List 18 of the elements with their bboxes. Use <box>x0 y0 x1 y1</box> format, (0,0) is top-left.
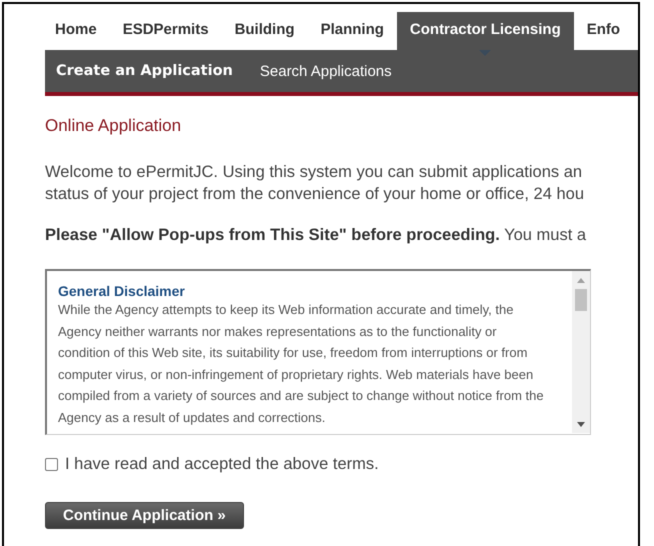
continue-application-button[interactable]: Continue Application » <box>45 502 244 529</box>
nav-tab[interactable]: ESDPermits <box>110 12 222 48</box>
welcome-text-line: Welcome to ePermitJC. Using this system you can submit applications an <box>45 162 582 183</box>
nav-tab[interactable]: Building <box>222 12 308 48</box>
scrollbar[interactable] <box>572 271 590 433</box>
page-title: Online Application <box>45 116 182 136</box>
nav-tab[interactable]: Home <box>45 12 110 48</box>
nav-tab[interactable]: Enfo <box>574 12 634 48</box>
sub-nav-link[interactable]: Search Applications <box>248 62 408 80</box>
disclaimer-text: While the Agency attempts to keep its Web information accurate and timely, the Agency neither warrants nor makes representations as to the functionality or condition of this Web site, its suitability for use, freedom from interruptions or from computer virus, or non-infringement of proprietary rights. Web materials have been compiled from a variety of sources and are subject to change without notice from the Agency as a result of updates and corrections. <box>58 301 545 427</box>
nav-tab[interactable]: Planning <box>308 12 397 48</box>
nav-tab[interactable]: Contractor Licensing <box>396 12 574 57</box>
terms-label[interactable]: I have read and accepted the above terms. <box>65 455 379 474</box>
sub-nav-link[interactable]: Create an Application <box>45 63 249 79</box>
popup-notice: Please "Allow Pop-ups from This Site" before proceeding. You must a <box>45 226 586 245</box>
disclaimer-title: General Disclaimer <box>58 283 186 299</box>
welcome-text-line: status of your project from the convenience of your home or office, 24 hou <box>45 184 584 205</box>
terms-checkbox[interactable] <box>45 458 58 471</box>
